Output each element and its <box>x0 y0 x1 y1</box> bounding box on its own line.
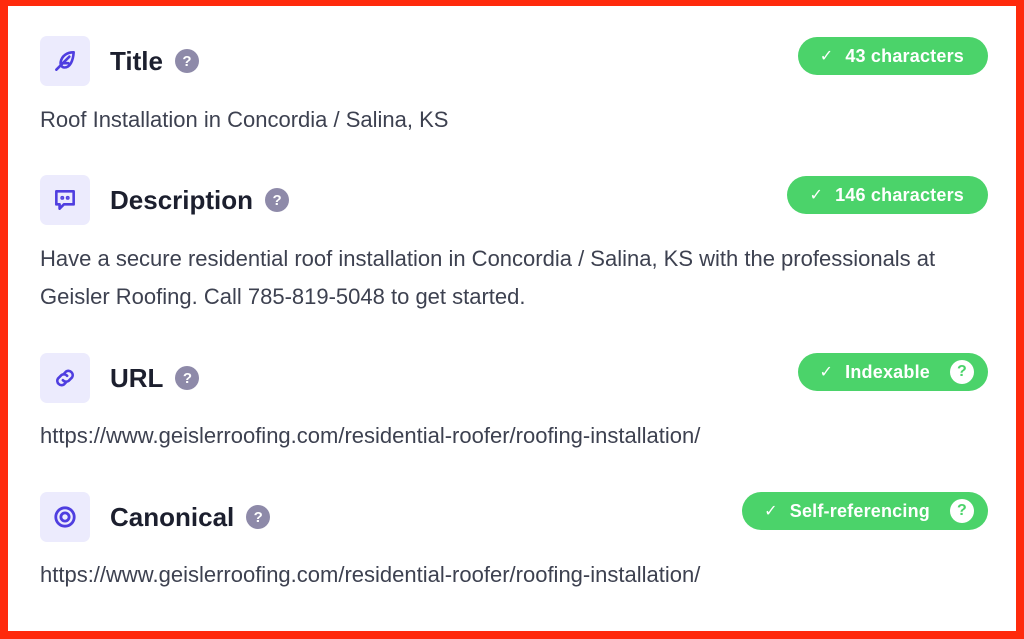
section-heading: Canonical ? <box>110 492 271 542</box>
check-icon: ✓ <box>819 48 834 65</box>
url-value: https://www.geislerroofing.com/residenti… <box>40 423 701 448</box>
title-value: Roof Installation in Concordia / Salina,… <box>40 107 449 132</box>
self-referencing-badge[interactable]: ✓ Self-referencing ? <box>742 492 988 530</box>
character-count-badge[interactable]: ✓ 146 characters <box>787 176 988 214</box>
help-icon[interactable]: ? <box>174 49 199 73</box>
help-icon[interactable]: ? <box>246 505 271 529</box>
section-label: URL <box>110 362 164 393</box>
help-icon[interactable]: ? <box>950 499 974 523</box>
character-count-badge[interactable]: ✓ 43 characters <box>797 37 988 75</box>
help-icon[interactable]: ? <box>175 366 200 390</box>
check-icon: ✓ <box>809 187 824 204</box>
section-label: Canonical <box>110 501 235 532</box>
badge-label: 146 characters <box>835 184 964 205</box>
section-label: Description <box>110 184 254 215</box>
canonical-value: https://www.geislerroofing.com/residenti… <box>40 562 701 587</box>
indexable-badge[interactable]: ✓ Indexable ? <box>797 353 988 391</box>
badge-label: 43 characters <box>845 45 964 66</box>
section-heading: URL ? <box>110 353 200 403</box>
help-icon[interactable]: ? <box>265 188 290 212</box>
target-icon <box>40 492 90 542</box>
section-heading: Description ? <box>110 175 290 225</box>
seo-summary-panel: Title ? ✓ 43 characters Roof Installatio… <box>8 6 1016 631</box>
feather-icon <box>40 36 90 86</box>
link-icon <box>40 353 90 403</box>
section-label: Title <box>110 45 163 76</box>
description-value: Have a secure residential roof installat… <box>40 246 936 309</box>
section-heading: Title ? <box>110 36 199 86</box>
badge-label: Indexable <box>845 361 930 382</box>
badge-label: Self-referencing <box>789 500 930 521</box>
message-square-icon <box>40 175 90 225</box>
check-icon: ✓ <box>819 364 834 381</box>
help-icon[interactable]: ? <box>950 360 974 384</box>
check-icon: ✓ <box>764 503 778 520</box>
